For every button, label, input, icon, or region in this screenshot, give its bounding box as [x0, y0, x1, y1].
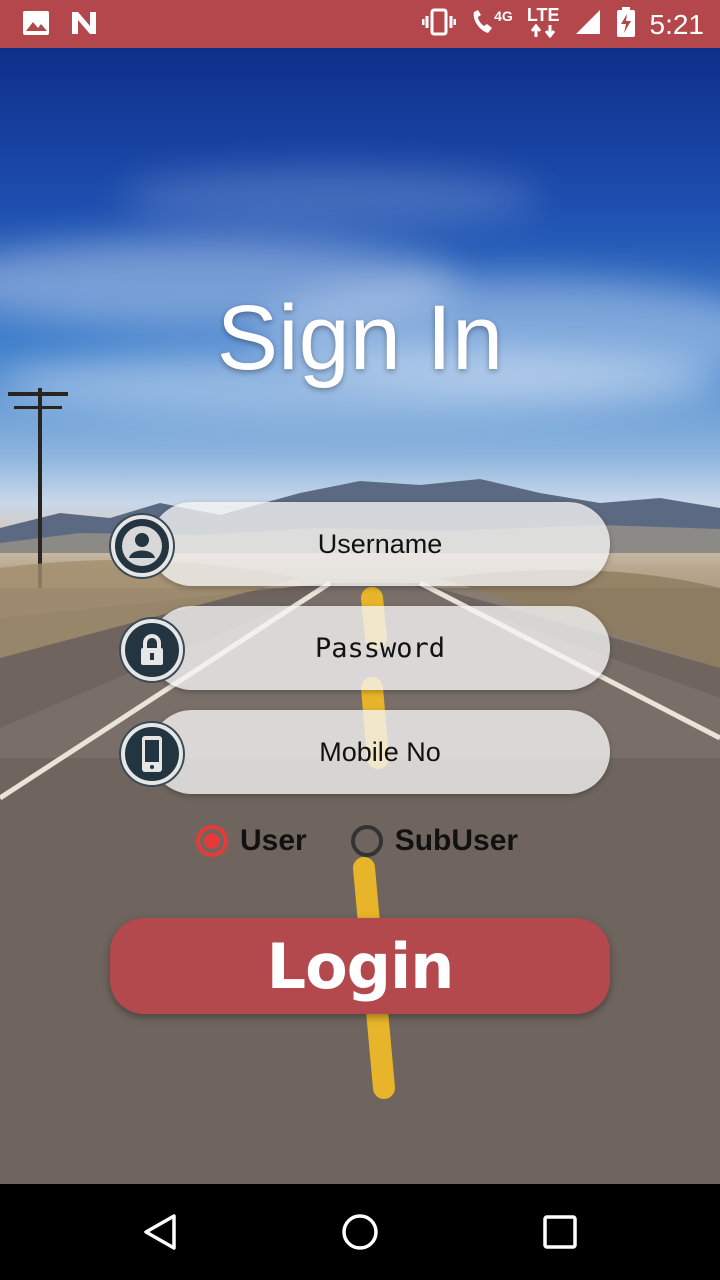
mobile-field-container	[150, 710, 610, 794]
username-field-container	[150, 502, 610, 586]
back-icon[interactable]	[140, 1212, 180, 1257]
radio-user[interactable]: User	[196, 824, 307, 858]
home-icon[interactable]	[340, 1212, 380, 1257]
user-icon	[111, 515, 173, 577]
username-input[interactable]	[198, 527, 562, 561]
status-time: 5:21	[649, 8, 705, 40]
radio-user-indicator[interactable]	[196, 825, 228, 857]
page-title: Sign In	[216, 287, 504, 389]
data-arrows-icon	[529, 23, 557, 43]
radio-subuser-label: SubUser	[394, 824, 519, 857]
vibrate-icon	[421, 8, 457, 41]
call-icon	[470, 8, 494, 41]
radio-subuser-indicator[interactable]	[350, 825, 383, 857]
lock-icon	[121, 619, 183, 681]
radio-user-label: User	[240, 824, 307, 857]
login-button[interactable]: Login	[110, 918, 610, 1014]
lte-label: LTE	[526, 5, 560, 25]
password-input[interactable]	[198, 631, 562, 665]
gallery-notification-icon	[22, 10, 50, 41]
battery-charging-icon	[616, 7, 636, 42]
password-field-container	[150, 606, 610, 690]
mobile-phone-icon	[121, 723, 183, 785]
signal-icon	[574, 8, 602, 41]
n-notification-icon	[70, 10, 98, 41]
navigation-bar	[0, 1184, 720, 1280]
network-type-label: 4G	[494, 8, 513, 24]
status-bar: 4G LTE 5:21	[0, 0, 720, 48]
recents-icon[interactable]	[542, 1214, 578, 1255]
mobile-input[interactable]	[198, 735, 562, 769]
radio-subuser[interactable]: SubUser	[350, 824, 519, 858]
role-selector: User SubUser	[196, 824, 562, 858]
